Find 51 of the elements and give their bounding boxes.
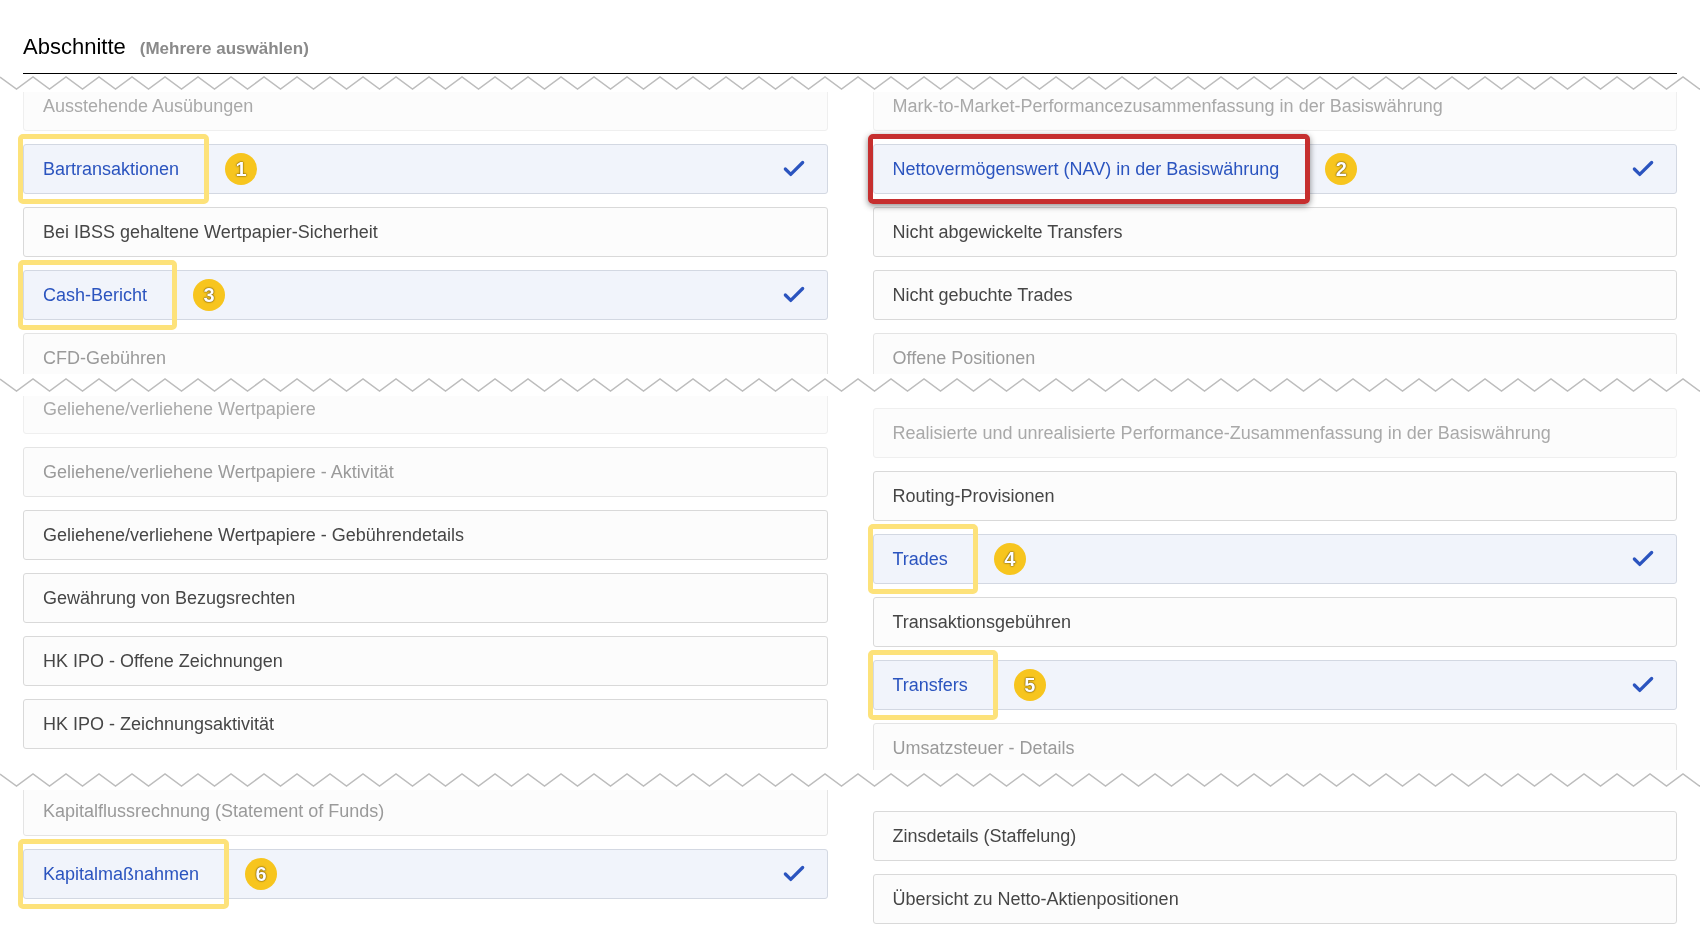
section-option[interactable]: Zinsdetails (Staffelung) — [872, 811, 1677, 861]
number-badge: 3 — [193, 279, 226, 311]
option-label: Bei IBSS gehaltene Wertpapier-Sicherheit — [43, 220, 378, 244]
option-label: Umsatzsteuer - Details — [892, 736, 1075, 760]
section-option[interactable]: Routing-Provisionen — [872, 471, 1677, 521]
option-label: Übersicht zu Netto-Aktienpositionen — [892, 887, 1179, 911]
section-title: Abschnitte — [23, 33, 126, 61]
option-label: Nicht abgewickelte Transfers — [892, 220, 1123, 244]
number-badge: 2 — [1325, 153, 1358, 185]
option-label: Nicht gebuchte Trades — [892, 283, 1073, 307]
option-label: Geliehene/verliehene Wertpapiere — [43, 397, 316, 421]
option-label: Ausstehende Ausübungen — [43, 94, 254, 118]
section-option[interactable]: Bartransaktionen 1 — [23, 144, 828, 194]
option-label: Realisierte und unrealisierte Performance-Zusammenfassung in der Basiswährung — [892, 421, 1551, 445]
section-option[interactable]: Cash-Bericht 3 — [23, 270, 828, 320]
section-option[interactable]: Geliehene/verliehene Wertpapiere - Gebührendetails — [23, 510, 828, 560]
option-label: Transfers — [892, 673, 968, 697]
option-label: Transaktionsgebühren — [892, 610, 1071, 634]
option-label: Cash-Bericht — [43, 283, 148, 307]
option-label: CFD-Gebühren — [43, 346, 167, 370]
section-option[interactable]: Trades 4 — [872, 534, 1677, 584]
option-label: Trades — [892, 547, 948, 571]
section-option[interactable]: Transfers 5 — [872, 660, 1677, 710]
option-label: Offene Positionen — [892, 346, 1036, 370]
number-badge: 6 — [245, 858, 278, 890]
option-label: Geliehene/verliehene Wertpapiere - Gebührendetails — [43, 523, 464, 547]
option-label: Mark-to-Market-Performancezusammenfassung in der Basiswährung — [892, 94, 1443, 118]
section-option[interactable]: Transaktionsgebühren — [872, 597, 1677, 647]
option-label: Gewährung von Bezugsrechten — [43, 586, 296, 610]
section-option[interactable]: Kapitalmaßnahmen 6 — [23, 849, 828, 899]
number-badge: 4 — [993, 543, 1026, 575]
section-option[interactable]: Nicht gebuchte Trades — [872, 270, 1677, 320]
section-option[interactable]: Nicht abgewickelte Transfers — [872, 207, 1677, 257]
section-option[interactable]: HK IPO - Zeichnungsaktivität — [23, 699, 828, 749]
section-hint: (Mehrere auswählen) — [139, 38, 309, 60]
section-option[interactable]: Gewährung von Bezugsrechten — [23, 573, 828, 623]
section-option[interactable]: HK IPO - Offene Zeichnungen — [23, 636, 828, 686]
section-option[interactable]: Übersicht zu Netto-Aktienpositionen — [872, 874, 1677, 924]
option-label: Kapitalmaßnahmen — [43, 862, 200, 886]
option-label: Bartransaktionen — [43, 157, 180, 181]
option-label: Routing-Provisionen — [892, 484, 1055, 508]
number-badge: 1 — [225, 153, 258, 185]
option-label: Geliehene/verliehene Wertpapiere - Aktivität — [43, 460, 394, 484]
option-label: Kapitalflussrechnung (Statement of Funds) — [43, 799, 385, 823]
option-label: Nettovermögenswert (NAV) in der Basiswährung — [892, 157, 1280, 181]
option-label: HK IPO - Offene Zeichnungen — [43, 649, 283, 673]
section-option[interactable]: Nettovermögenswert (NAV) in der Basiswährung 2 — [872, 144, 1677, 194]
section-option[interactable]: Bei IBSS gehaltene Wertpapier-Sicherheit — [23, 207, 828, 257]
option-label: Zinsdetails (Staffelung) — [892, 824, 1077, 848]
number-badge: 5 — [1013, 669, 1046, 701]
option-label: HK IPO - Zeichnungsaktivität — [43, 712, 275, 736]
